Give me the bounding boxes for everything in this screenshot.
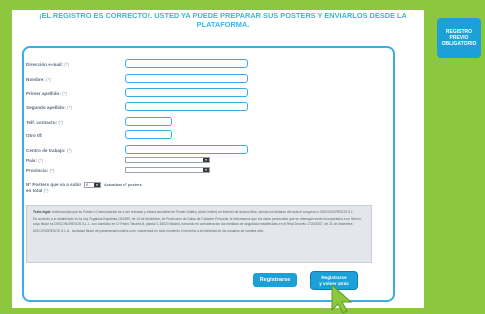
- legal-paragraph: Texto legal: Usted acepta que su Poster …: [33, 210, 365, 214]
- legal-notice: Texto legal: Usted acepta que su Poster …: [26, 205, 372, 263]
- chevron-down-icon: ▼: [203, 168, 209, 172]
- telefono-field[interactable]: [125, 117, 172, 126]
- register-button[interactable]: Registrarse: [253, 273, 297, 287]
- left-frame-bar: [0, 0, 12, 314]
- chevron-down-icon: ▼: [94, 183, 100, 187]
- success-headline: ¡EL REGISTRO ES CORRECTO!. USTED YA PUED…: [39, 11, 407, 29]
- legal-text: Usted acepta que su Poster o Comunicació…: [51, 210, 354, 214]
- pointer-arrow-icon: [331, 283, 353, 314]
- provincia-select[interactable]: ▼: [125, 167, 210, 173]
- label-primer-apellido: Primer apellido: (*): [26, 91, 67, 96]
- pais-select[interactable]: ▼: [125, 157, 210, 163]
- nombre-field[interactable]: [125, 74, 248, 83]
- centro-trabajo-field[interactable]: [125, 145, 248, 154]
- label-provincia: Provincia: (*): [26, 168, 55, 173]
- label-nombre: Nombre: (*): [26, 77, 52, 82]
- legal-paragraph: De acuerdo a lo establecido en la Ley Or…: [33, 217, 362, 226]
- registration-form-panel: [22, 46, 395, 302]
- label-segundo-apellido: Segundo apellido: (*): [26, 105, 72, 110]
- top-frame-bar: [0, 0, 485, 10]
- label-centro-trabajo: Centro de trabajo: (*): [26, 148, 72, 153]
- posters-count-select[interactable]: 0 ▼: [84, 182, 101, 188]
- primer-apellido-field[interactable]: [125, 88, 248, 97]
- label-pais: País: (*): [26, 158, 44, 163]
- email-field[interactable]: [125, 59, 248, 68]
- previous-registration-badge[interactable]: REGISTRO PREVIO OBLIGATORIO: [437, 18, 481, 58]
- chevron-down-icon: ▼: [203, 158, 209, 162]
- label-otro-telefono: Otro tlf:: [26, 133, 43, 138]
- bottom-frame-bar: [0, 308, 485, 314]
- label-email: Dirección e-mail: (*): [26, 62, 70, 67]
- update-posters-link[interactable]: Actualizar nº posters: [104, 183, 142, 187]
- legal-title: Texto legal:: [33, 210, 52, 214]
- label-telefono: Telf. contacto: (*): [26, 120, 64, 125]
- legal-paragraph: DISCONGRESOS S.L.U., sociedad titular de…: [33, 229, 265, 234]
- label-posters-count: Nº Posters que va a subir en total (*): [26, 182, 82, 193]
- otro-telefono-field[interactable]: [125, 130, 172, 139]
- segundo-apellido-field[interactable]: [125, 102, 248, 111]
